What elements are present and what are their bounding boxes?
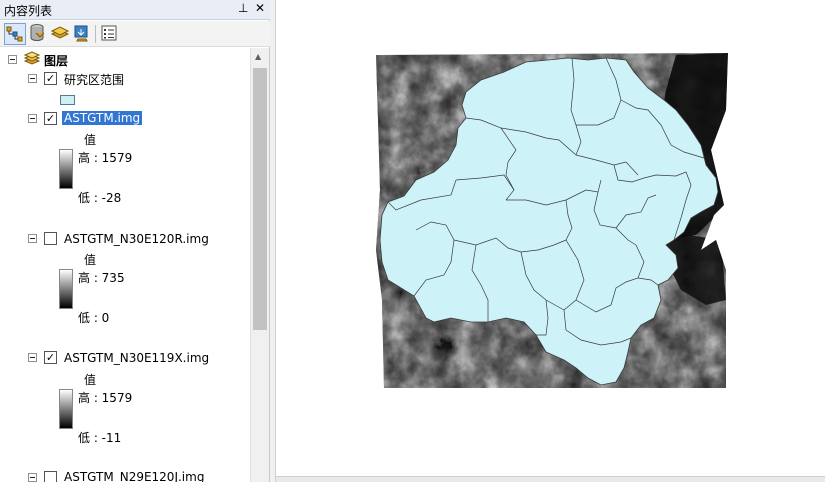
layer-visibility-checkbox[interactable] xyxy=(44,471,57,482)
list-by-visibility-icon[interactable] xyxy=(50,23,72,45)
legend-low-label: 低 : 0 xyxy=(78,311,110,325)
collapse-layer-toggle[interactable] xyxy=(28,234,37,243)
legend-high-label: 高 : 735 xyxy=(78,271,125,285)
legend-high-label: 高 : 1579 xyxy=(78,391,133,405)
legend-high-label: 高 : 1579 xyxy=(78,151,133,165)
list-by-drawing-order-icon[interactable] xyxy=(4,23,26,45)
toc-vertical-scrollbar[interactable]: ▲ xyxy=(250,48,269,482)
legend-title: 值 xyxy=(84,373,97,387)
list-by-selection-icon[interactable] xyxy=(72,23,94,45)
collapse-layer-toggle[interactable] xyxy=(28,114,37,123)
map-horizontal-scrollbar[interactable] xyxy=(276,476,825,482)
map-view[interactable] xyxy=(276,0,825,476)
list-by-source-icon[interactable] xyxy=(27,23,49,45)
collapse-layer-toggle[interactable] xyxy=(28,74,37,83)
legend-low-label: 低 : -11 xyxy=(78,431,122,445)
map-canvas[interactable] xyxy=(276,0,825,476)
collapse-layer-toggle[interactable] xyxy=(28,353,37,362)
scroll-up-arrow-icon[interactable]: ▲ xyxy=(255,52,261,61)
toc-titlebar: 内容列表 ⊥ ✕ xyxy=(0,0,270,20)
layer-visibility-checkbox[interactable]: ✓ xyxy=(44,72,57,85)
toc-title: 内容列表 xyxy=(4,4,53,18)
toc-toolbar xyxy=(0,21,270,47)
layer-tree: 图层 ✓ 研究区范围 ✓ ASTGTM.img 值 高 : 1579 低 : -… xyxy=(0,48,250,482)
options-icon[interactable] xyxy=(99,23,121,45)
table-of-contents-panel: 内容列表 ⊥ ✕ 图层 ✓ 研究区范围 ✓ ASTGTM.img 值 高: 1… xyxy=(0,0,270,482)
layer-name-label[interactable]: ASTGTM_N30E119X.img xyxy=(64,351,209,365)
elevation-color-ramp[interactable] xyxy=(59,269,73,309)
elevation-color-ramp[interactable] xyxy=(59,389,73,429)
layer-visibility-checkbox[interactable] xyxy=(44,232,57,245)
pin-icon[interactable]: ⊥ xyxy=(238,1,248,15)
layer-name-label[interactable]: ASTGTM_N29E120J.img xyxy=(64,470,204,482)
root-layers-label: 图层 xyxy=(44,54,69,68)
layer-visibility-checkbox[interactable]: ✓ xyxy=(44,112,57,125)
layer-visibility-checkbox[interactable]: ✓ xyxy=(44,351,57,364)
collapse-layer-toggle[interactable] xyxy=(28,473,37,482)
toolbar-separator xyxy=(95,25,96,43)
legend-low-label: 低 : -28 xyxy=(78,191,122,205)
close-icon[interactable]: ✕ xyxy=(255,1,265,15)
layers-icon xyxy=(23,51,41,70)
layer-name-label[interactable]: ASTGTM.img xyxy=(62,111,143,125)
legend-title: 值 xyxy=(84,133,97,147)
scroll-thumb[interactable] xyxy=(253,68,267,330)
polygon-symbol-swatch[interactable] xyxy=(60,95,75,105)
elevation-color-ramp[interactable] xyxy=(59,149,73,189)
layer-name-label[interactable]: ASTGTM_N30E120R.img xyxy=(64,232,209,246)
collapse-layers-toggle[interactable] xyxy=(8,55,17,64)
legend-title: 值 xyxy=(84,253,97,267)
layer-name-label[interactable]: 研究区范围 xyxy=(64,71,124,88)
